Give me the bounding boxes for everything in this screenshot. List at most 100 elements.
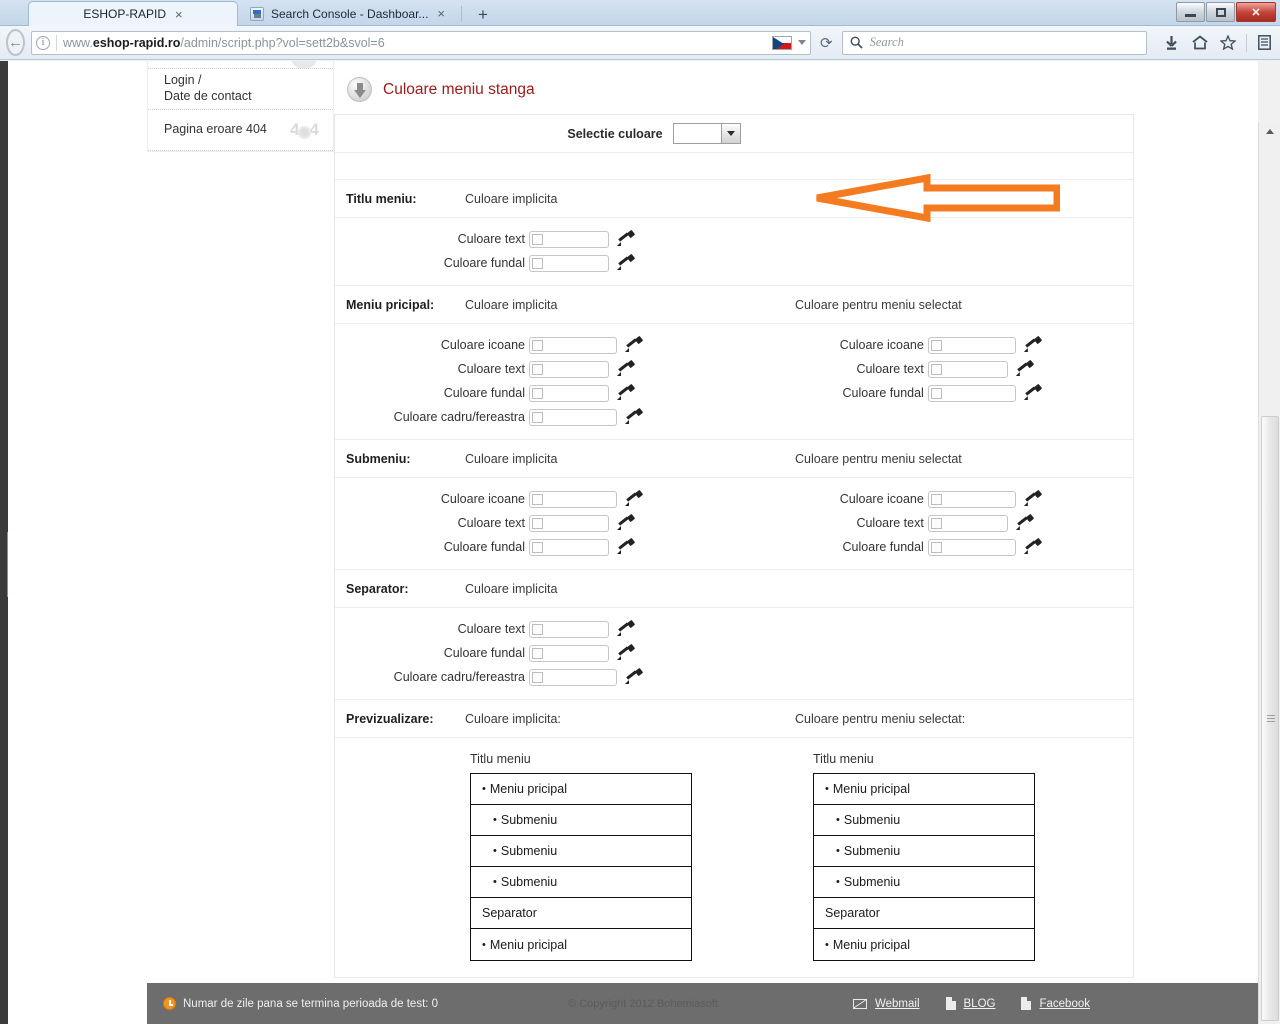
bullet-icon: • [482,938,486,951]
color-input-background-selected[interactable] [927,384,1016,402]
field-row: Culoare text [335,617,794,641]
preview-item-sub[interactable]: • Submeniu [814,805,1034,836]
color-input-text[interactable] [529,360,609,378]
preview-item-sub[interactable]: • Submeniu [471,805,691,836]
sidebar-item-login-contact[interactable]: Login / Date de contact [148,69,333,110]
reload-button[interactable]: ⟳ [817,34,836,52]
column-header-default: Culoare implicita [465,451,558,466]
color-input-icons[interactable] [529,490,617,508]
new-tab-button[interactable]: + [466,6,500,23]
color-input-icons[interactable] [529,336,617,354]
eyedropper-icon[interactable] [616,643,636,662]
page-scrollbar[interactable] [1258,122,1280,1024]
eyedropper-icon[interactable] [1023,383,1043,402]
eyedropper-icon[interactable] [1023,489,1043,508]
sidebar-item-label: Login / Date de contact [164,73,252,103]
field-row: Culoare fundal [794,535,1133,559]
footer-link-webmail[interactable]: Webmail [852,997,920,1010]
chevron-down-icon[interactable] [798,40,806,45]
column-header-selected: Culoare pentru meniu selectat [795,451,962,466]
field-row: Culoare icoane [335,333,794,357]
minimize-icon [1185,13,1196,17]
eyedropper-icon[interactable] [616,383,636,402]
color-input-text-selected[interactable] [927,514,1008,532]
eyedropper-icon[interactable] [1015,359,1035,378]
color-input-text-selected[interactable] [927,360,1008,378]
eyedropper-icon[interactable] [616,513,636,532]
field-row: Culoare fundal [335,251,794,275]
search-input[interactable]: Search [870,35,904,50]
eyedropper-icon[interactable] [1023,537,1043,556]
preview-item-main[interactable]: • Meniu pricipal [814,774,1034,805]
preview-item-main[interactable]: • Meniu pricipal [471,929,691,960]
maximize-button[interactable] [1206,2,1235,22]
fields-selected-column: Culoare icoane Culoare text Culoare fund… [794,487,1133,559]
url-bar[interactable]: i www.eshop-rapid.ro/admin/script.php?vo… [31,30,811,55]
preview-item-label: Meniu pricipal [489,782,567,796]
site-info-icon[interactable]: i [36,35,50,50]
preview-item-sub[interactable]: • Submeniu [814,836,1034,867]
footer-link-label: Webmail [874,997,920,1010]
color-input-background[interactable] [529,538,609,556]
preview-item-main[interactable]: • Meniu pricipal [471,774,691,805]
tab-close-icon[interactable]: × [173,8,185,21]
color-input-frame[interactable] [529,668,617,686]
color-input-text[interactable] [529,230,609,248]
footer-link-blog[interactable]: BLOG [945,997,995,1010]
eyedropper-icon[interactable] [616,537,636,556]
url-domain: eshop-rapid.ro [92,35,181,50]
preview-item-sub[interactable]: • Submeniu [814,867,1034,898]
eyedropper-icon[interactable] [616,253,636,272]
sidebar-item-error-404[interactable]: Pagina eroare 404 44 [148,110,333,151]
eyedropper-icon[interactable] [624,489,644,508]
color-input-icons-selected[interactable] [927,490,1016,508]
color-input-background[interactable] [529,384,609,402]
download-icon[interactable] [1159,30,1185,56]
maximize-icon [1215,7,1226,17]
bullet-icon: • [836,845,840,857]
scroll-up-button[interactable] [1259,122,1280,141]
eyedropper-icon[interactable] [616,359,636,378]
czech-flag-icon[interactable] [772,35,792,50]
back-button[interactable]: ← [6,29,25,56]
color-input-background[interactable] [529,254,609,272]
preview-item-label: Submeniu [500,875,558,889]
eyedropper-icon[interactable] [616,229,636,248]
color-swatch [930,387,942,399]
color-input-text[interactable] [529,514,609,532]
color-scheme-dropdown[interactable] [672,123,741,144]
home-icon[interactable] [1187,30,1213,56]
document-icon [1021,997,1032,1010]
search-bar[interactable]: Search [841,30,1147,55]
color-input-frame[interactable] [529,408,617,426]
tab-close-icon[interactable]: × [435,7,447,20]
color-input-background-selected[interactable] [927,538,1016,556]
bookmark-star-icon[interactable] [1215,30,1241,56]
eyedropper-icon[interactable] [616,619,636,638]
column-header-default: Culoare implicita [465,581,558,596]
preview-item-sub[interactable]: • Submeniu [471,867,691,898]
color-input-icons-selected[interactable] [927,336,1016,354]
error-404-icon: 44 [290,120,319,140]
page-viewport: Login / Date de contact Pagina eroare 40… [0,61,1280,1024]
color-input-background[interactable] [529,644,609,662]
tab-eshop-rapid[interactable]: ESHOP-RAPID × [28,1,238,26]
page-footer: Numar de zile pana se termina perioada d… [147,983,1266,1024]
eyedropper-icon[interactable] [624,667,644,686]
footer-link-facebook[interactable]: Facebook [1021,997,1090,1010]
eyedropper-icon[interactable] [1023,335,1043,354]
close-button[interactable]: ✕ [1236,2,1276,22]
color-input-text[interactable] [529,620,609,638]
preview-item-sub[interactable]: • Submeniu [471,836,691,867]
scrollbar-thumb[interactable] [1261,416,1279,1021]
eyedropper-icon[interactable] [1015,513,1035,532]
tab-search-console[interactable]: Search Console - Dashboar... × [238,1,457,26]
field-row: Culoare fundal [335,535,794,559]
minimize-button[interactable] [1176,2,1205,22]
eyedropper-icon[interactable] [624,335,644,354]
eyedropper-icon[interactable] [624,407,644,426]
library-icon[interactable] [1252,30,1278,56]
preview-item-main[interactable]: • Meniu pricipal [814,929,1034,960]
url-text: www.eshop-rapid.ro/admin/script.php?vol=… [63,35,385,50]
fields-default-column: Culoare text Culoare fundal [335,227,794,275]
